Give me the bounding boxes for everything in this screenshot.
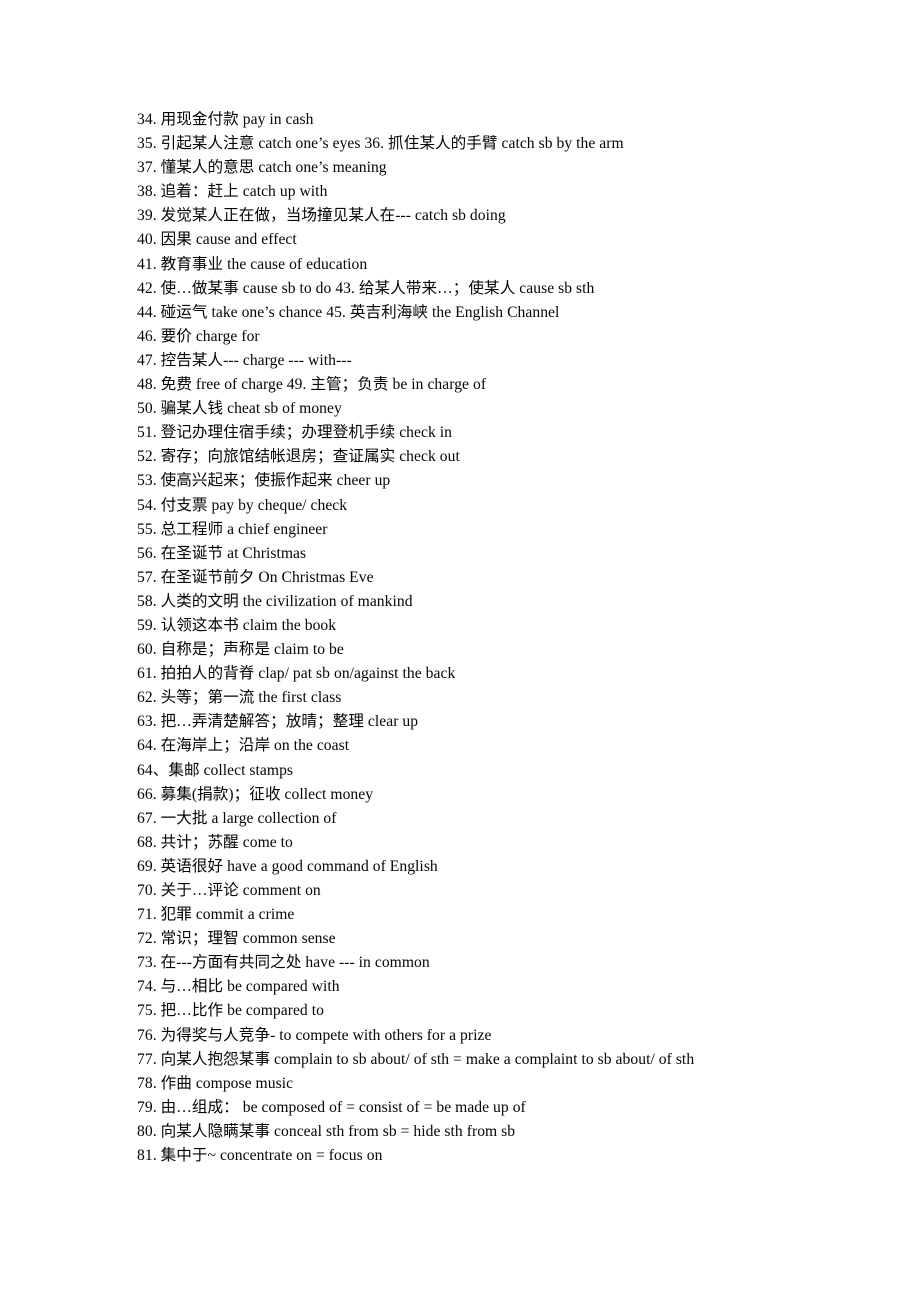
vocabulary-entry: 55. 总工程师 a chief engineer — [137, 520, 328, 538]
vocabulary-entry: 66. 募集(捐款)；征收 collect money — [137, 785, 374, 803]
vocabulary-entry: 57. 在圣诞节前夕 On Christmas Eve — [137, 568, 374, 586]
vocabulary-entry: 72. 常识；理智 common sense — [137, 930, 336, 948]
vocabulary-entry: 34. 用现金付款 pay in cash — [137, 111, 314, 128]
vocabulary-entry: 58. 人类的文明 the civilization of mankind — [137, 592, 413, 610]
vocabulary-entry: 54. 付支票 pay by cheque/ check — [137, 496, 348, 514]
vocabulary-list: 34. 用现金付款 pay in cash 35. 引起某人注意 catch on… — [137, 108, 877, 1168]
vocabulary-entry: 47. 控告某人--- charge --- with--- — [137, 351, 352, 369]
vocabulary-entry: 41. 教育事业 the cause of education — [137, 255, 368, 273]
vocabulary-entry: 42. 使…做某事 cause sb to do 43. 给某人带来…；使某人 … — [137, 279, 595, 297]
vocabulary-entry: 37. 懂某人的意思 catch one’s meaning — [137, 159, 387, 177]
vocabulary-entry: 60. 自称是；声称是 claim to be — [137, 641, 344, 659]
vocabulary-entry: 46. 要价 charge for — [137, 327, 260, 345]
vocabulary-entry: 62. 头等；第一流 the first class — [137, 689, 342, 707]
vocabulary-entry: 40. 因果 cause and effect — [137, 231, 297, 249]
vocabulary-entry: 80. 向某人隐瞒某事 conceal sth from sb = hide s… — [137, 1122, 516, 1140]
vocabulary-entry: 77. 向某人抱怨某事 complain to sb about/ of sth… — [137, 1050, 695, 1068]
vocabulary-entry: 67. 一大批 a large collection of — [137, 809, 337, 827]
vocabulary-entry: 64. 在海岸上；沿岸 on the coast — [137, 737, 350, 755]
vocabulary-entry: 59. 认领这本书 claim the book — [137, 616, 337, 634]
vocabulary-entry: 70. 关于…评论 comment on — [137, 882, 321, 899]
vocabulary-entry: 79. 由…组成： be composed of = consist of = … — [137, 1098, 526, 1116]
vocabulary-entry: 78. 作曲 compose music — [137, 1074, 294, 1092]
vocabulary-entry: 51. 登记办理住宿手续；办理登机手续 check in — [137, 424, 452, 442]
vocabulary-entry: 52. 寄存；向旅馆结帐退房；查证属实 check out — [137, 448, 460, 466]
vocabulary-entry: 73. 在---方面有共同之处 have --- in common — [137, 954, 430, 972]
document-page: 34. 用现金付款 pay in cash 35. 引起某人注意 catch on… — [0, 0, 920, 1302]
vocabulary-entry: 74. 与…相比 be compared with — [137, 978, 340, 996]
vocabulary-entry: 38. 追着：赶上 catch up with — [137, 183, 328, 201]
vocabulary-entry: 75. 把…比作 be compared to — [137, 1002, 324, 1020]
vocabulary-entry: 64、集邮 collect stamps — [137, 761, 294, 779]
vocabulary-entry: 68. 共计；苏醒 come to — [137, 833, 293, 851]
vocabulary-entry: 50. 骗某人钱 cheat sb of money — [137, 400, 342, 418]
vocabulary-entry: 63. 把…弄清楚解答；放晴；整理 clear up — [137, 713, 419, 731]
vocabulary-entry: 71. 犯罪 commit a crime — [137, 906, 295, 924]
vocabulary-entry: 44. 碰运气 take one’s chance 45. 英吉利海峡 the … — [137, 303, 560, 321]
vocabulary-entry: 81. 集中于~ concentrate on = focus on — [137, 1147, 383, 1165]
vocabulary-entry: 39. 发觉某人正在做，当场撞见某人在--- catch sb doing — [137, 207, 506, 225]
vocabulary-entry: 56. 在圣诞节 at Christmas — [137, 544, 307, 562]
vocabulary-entry: 61. 拍拍人的背脊 clap/ pat sb on/against the b… — [137, 665, 456, 683]
vocabulary-entry: 76. 为得奖与人竞争- to compete with others for … — [137, 1026, 492, 1044]
vocabulary-entry: 48. 免费 free of charge 49. 主管；负责 be in ch… — [137, 376, 487, 394]
vocabulary-entry: 69. 英语很好 have a good command of English — [137, 857, 438, 875]
vocabulary-entry: 53. 使高兴起来；使振作起来 cheer up — [137, 472, 391, 490]
vocabulary-entry: 35. 引起某人注意 catch one’s eyes 36. 抓住某人的手臂 … — [137, 135, 624, 153]
